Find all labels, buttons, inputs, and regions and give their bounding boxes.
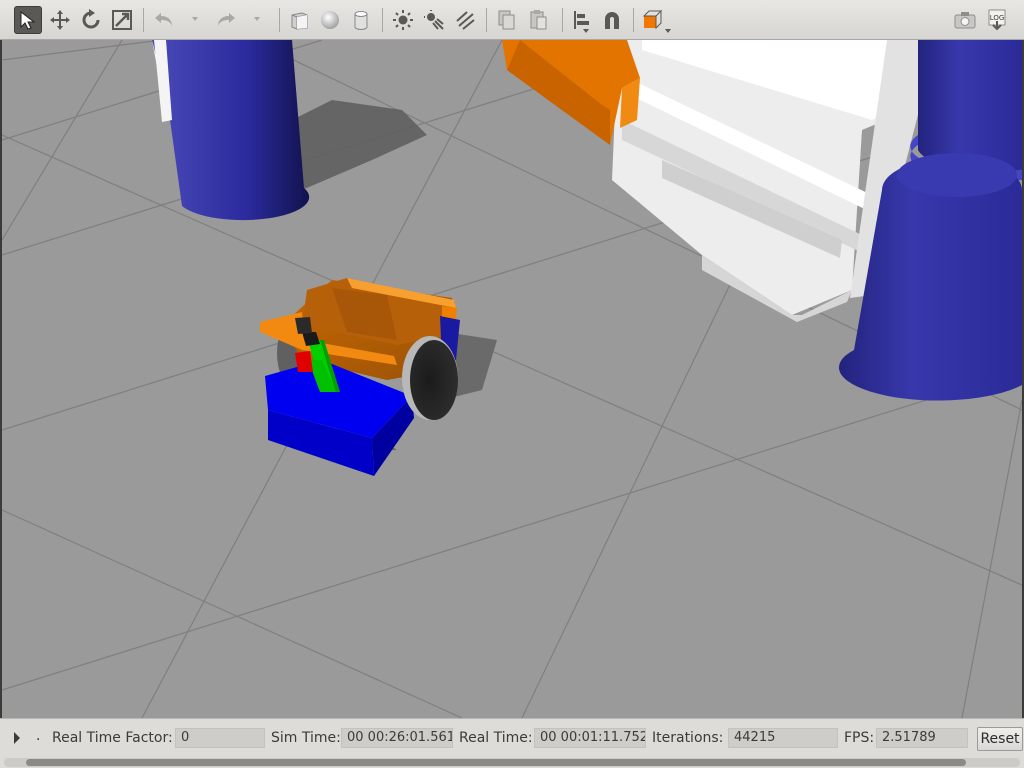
fps-label: FPS: <box>844 730 875 746</box>
view-angle-chevron-down-icon[interactable] <box>663 26 673 36</box>
rotate-mode-icon[interactable] <box>77 6 105 34</box>
toolbar-separator <box>382 8 383 32</box>
align-chevron-down-icon[interactable] <box>581 26 591 36</box>
view-angle-icon[interactable] <box>638 6 666 34</box>
scrollbar-thumb[interactable] <box>26 759 966 766</box>
iterations-field: 44215 <box>728 728 838 748</box>
point-light-icon[interactable] <box>389 6 417 34</box>
sim-time-field: 00 00:26:01.561 <box>341 728 453 748</box>
toolbar-separator <box>562 8 563 32</box>
translate-mode-icon[interactable] <box>46 6 74 34</box>
status-indicator: . <box>36 728 41 744</box>
cylinder-shape-icon[interactable] <box>347 6 375 34</box>
copy-icon[interactable] <box>493 6 521 34</box>
status-bar: . Real Time Factor: 0 Sim Time: 00 00:26… <box>0 718 1024 768</box>
redo-history-chevron-down-icon[interactable] <box>252 14 262 24</box>
screenshot-icon[interactable] <box>951 6 979 34</box>
play-icon[interactable] <box>12 730 22 746</box>
spot-light-icon[interactable] <box>420 6 448 34</box>
fps-field: 2.51789 <box>876 728 968 748</box>
snap-icon[interactable] <box>598 6 626 34</box>
reset-button[interactable]: Reset <box>977 727 1023 751</box>
right-wheel <box>410 340 458 420</box>
select-mode-icon[interactable] <box>14 6 42 34</box>
3d-viewport[interactable] <box>2 40 1022 718</box>
toolbar-separator <box>486 8 487 32</box>
box-shape-icon[interactable] <box>285 6 313 34</box>
log-icon[interactable]: LOG <box>983 6 1011 34</box>
directional-light-icon[interactable] <box>451 6 479 34</box>
red-sensor <box>295 351 313 372</box>
toolbar-separator <box>633 8 634 32</box>
scale-mode-icon[interactable] <box>108 6 136 34</box>
sim-time-label: Sim Time: <box>271 730 341 746</box>
toolbar: LOG <box>0 0 1024 40</box>
real-time-label: Real Time: <box>459 730 533 746</box>
redo-icon[interactable] <box>212 6 240 34</box>
sphere-shape-icon[interactable] <box>316 6 344 34</box>
real-time-factor-label: Real Time Factor: <box>52 730 173 746</box>
real-time-factor-field: 0 <box>175 728 265 748</box>
undo-icon[interactable] <box>150 6 178 34</box>
undo-history-chevron-down-icon[interactable] <box>190 14 200 24</box>
real-time-field: 00 00:01:11.752 <box>534 728 646 748</box>
paste-icon[interactable] <box>524 6 552 34</box>
toolbar-separator <box>143 8 144 32</box>
horizontal-scrollbar[interactable] <box>4 758 1020 767</box>
toolbar-separator <box>279 8 280 32</box>
iterations-label: Iterations: <box>652 730 724 746</box>
log-icon-label: LOG <box>990 14 1005 22</box>
scene-render <box>2 40 1022 718</box>
